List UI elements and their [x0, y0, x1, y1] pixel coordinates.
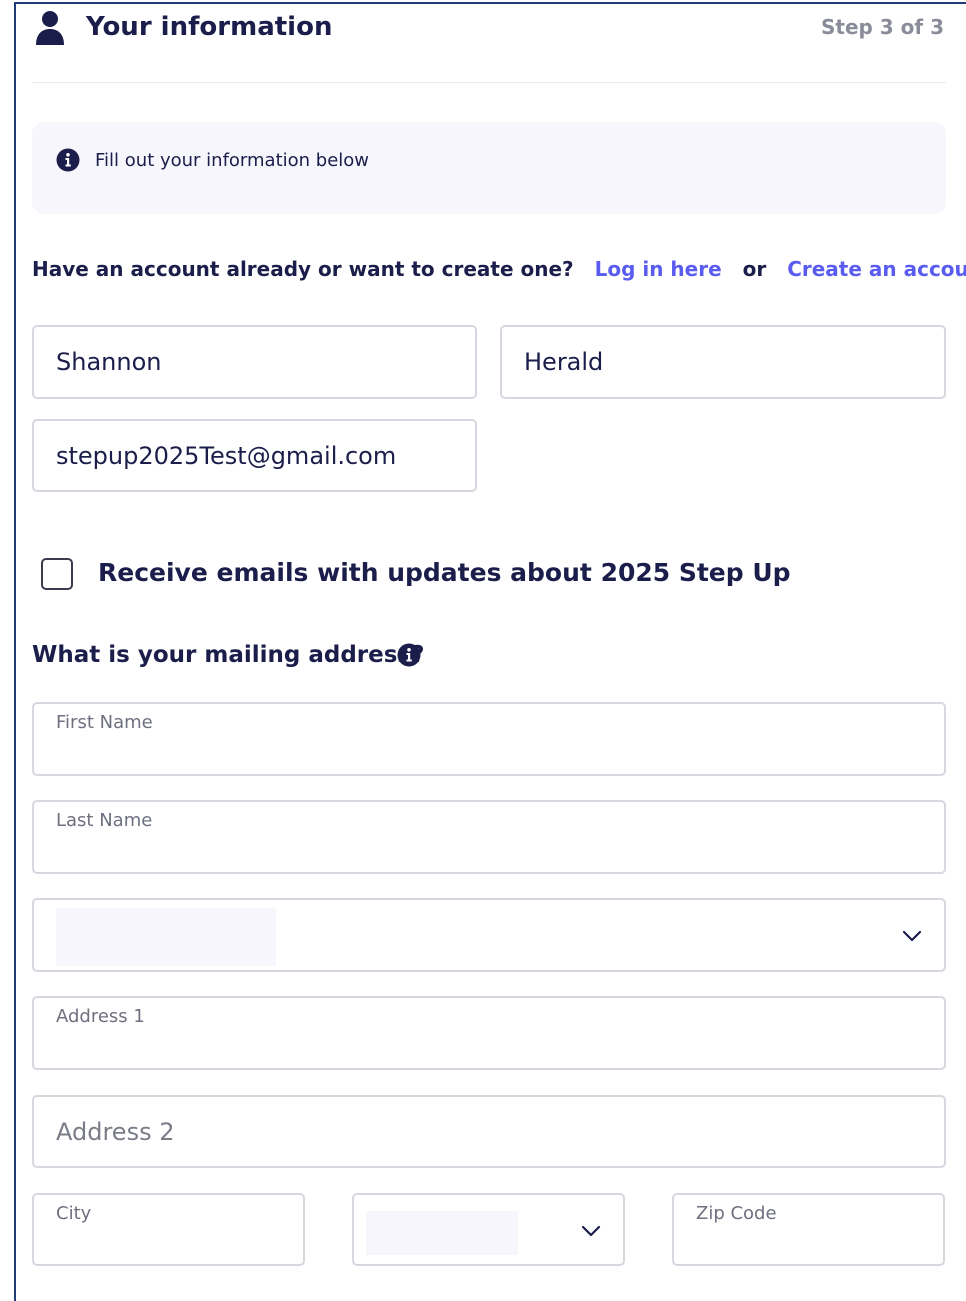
last-name-value: Herald: [524, 348, 604, 376]
person-icon: [36, 11, 64, 45]
account-prompt: Have an account already or want to creat…: [32, 257, 574, 281]
step-indicator: Step 3 of 3: [820, 15, 944, 39]
create-account-link[interactable]: Create an account: [787, 257, 966, 281]
or-text: or: [742, 257, 767, 281]
first-name-field[interactable]: Shannon: [32, 325, 477, 399]
mailing-first-name-field[interactable]: First Name: [32, 702, 946, 776]
page-title: Your information: [86, 12, 333, 42]
login-link[interactable]: Log in here: [595, 257, 722, 281]
address2-placeholder: Address 2: [56, 1117, 175, 1146]
zip-code-field[interactable]: Zip Code: [672, 1193, 945, 1266]
zip-code-label: Zip Code: [696, 1203, 777, 1224]
state-select[interactable]: [352, 1193, 625, 1266]
info-icon: [56, 148, 80, 172]
address1-field[interactable]: Address 1: [32, 996, 946, 1070]
mailing-first-name-label: First Name: [56, 712, 153, 733]
address1-label: Address 1: [56, 1006, 145, 1027]
newsletter-label[interactable]: Receive emails with updates about 2025 S…: [98, 555, 791, 591]
info-banner-text: Fill out your information below: [95, 150, 370, 171]
mailing-last-name-field[interactable]: Last Name: [32, 800, 946, 874]
header-divider: [32, 82, 946, 83]
account-prompt-line: Have an account already or want to creat…: [32, 254, 966, 284]
email-value: stepup2025Test@gmail.com: [56, 441, 397, 470]
newsletter-checkbox[interactable]: [41, 558, 73, 590]
chevron-down-icon: [581, 1225, 601, 1237]
city-label: City: [56, 1203, 92, 1224]
last-name-field[interactable]: Herald: [500, 325, 946, 399]
city-field[interactable]: City: [32, 1193, 305, 1266]
email-field[interactable]: stepup2025Test@gmail.com: [32, 419, 477, 492]
info-icon[interactable]: [397, 643, 421, 667]
country-select-value: [56, 908, 276, 966]
country-select[interactable]: [32, 898, 946, 972]
mailing-last-name-label: Last Name: [56, 810, 153, 831]
chevron-down-icon: [902, 930, 922, 942]
mailing-address-heading: What is your mailing address?: [32, 642, 425, 668]
state-select-value: [366, 1211, 518, 1255]
first-name-value: Shannon: [56, 348, 162, 376]
address2-field[interactable]: Address 2: [32, 1095, 946, 1168]
